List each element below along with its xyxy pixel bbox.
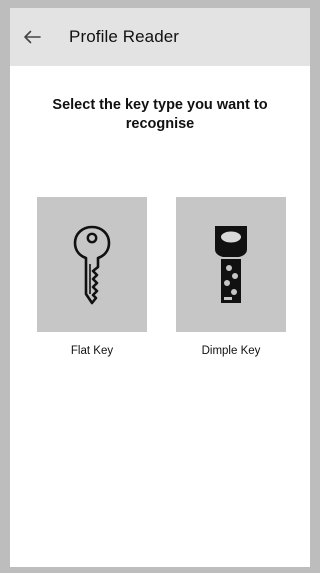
- dimple-key-tile[interactable]: [176, 197, 286, 332]
- dimple-key-option[interactable]: Dimple Key: [176, 197, 286, 357]
- flat-key-option[interactable]: Flat Key: [37, 197, 147, 357]
- flat-key-tile[interactable]: [37, 197, 147, 332]
- flat-key-label: Flat Key: [70, 345, 114, 357]
- dimple-key-label: Dimple Key: [201, 345, 261, 357]
- arrow-left-icon: [24, 30, 41, 44]
- dimple-key-icon: [215, 225, 247, 303]
- instruction-heading: Select the key type you want to recognis…: [52, 97, 268, 132]
- back-button[interactable]: [20, 25, 44, 49]
- flat-key-icon: [73, 225, 111, 304]
- page-title: Profile Reader: [69, 27, 180, 46]
- app-screen: Profile Reader Select the key type you w…: [10, 8, 310, 567]
- app-bar: Profile Reader: [10, 8, 310, 66]
